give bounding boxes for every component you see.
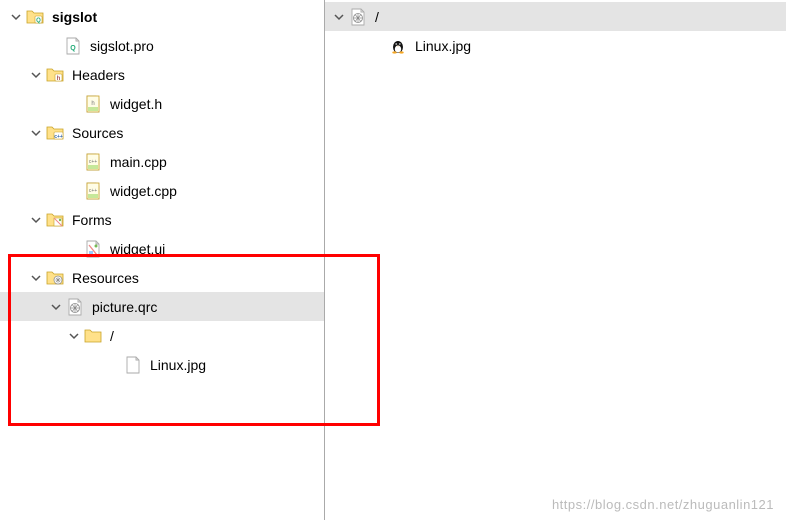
svg-text:c++: c++ [54, 134, 63, 140]
svg-text:h: h [57, 76, 61, 82]
left_tree-label: sigslot.pro [90, 38, 154, 54]
svg-text:h: h [91, 101, 94, 107]
folder-yel-icon [84, 327, 102, 345]
chevron-down-icon[interactable] [66, 328, 82, 344]
left_tree-row[interactable]: c++ main.cpp [0, 147, 324, 176]
right_tree-row[interactable]: / [325, 2, 786, 31]
tux-icon [389, 37, 407, 55]
left_tree-row[interactable]: Forms [0, 205, 324, 234]
svg-text:c++: c++ [89, 159, 97, 165]
chevron-down-icon[interactable] [28, 125, 44, 141]
right_tree-row[interactable]: Linux.jpg [325, 31, 786, 60]
left_tree-label: main.cpp [110, 154, 167, 170]
chevron-down-icon[interactable] [28, 67, 44, 83]
left_tree-label: Sources [72, 125, 123, 141]
svg-text:c++: c++ [89, 188, 97, 194]
left_tree-row[interactable]: Linux.jpg [0, 350, 324, 379]
right_tree-label: Linux.jpg [415, 38, 471, 54]
left_tree-row[interactable]: picture.qrc [0, 292, 324, 321]
svg-text:Q: Q [70, 45, 76, 52]
left_tree-label: Forms [72, 212, 112, 228]
resource-tree[interactable]: / Linux.jpg [325, 0, 786, 520]
folder-h-icon: h [46, 66, 64, 84]
svg-text:Q: Q [36, 18, 41, 24]
project-tree[interactable]: QsigslotQsigslot.prohHeadershwidget.hc++… [0, 0, 325, 520]
left_tree-label: widget.cpp [110, 183, 177, 199]
file-qrc-icon [66, 298, 84, 316]
right_tree-label: / [375, 9, 379, 25]
left_tree-label: picture.qrc [92, 299, 157, 315]
left_tree-row[interactable]: Qsigslot [0, 2, 324, 31]
left_tree-row[interactable]: widget.ui [0, 234, 324, 263]
left_tree-label: Headers [72, 67, 125, 83]
left_tree-row[interactable]: Qsigslot.pro [0, 31, 324, 60]
left_tree-label: widget.ui [110, 241, 165, 257]
chevron-down-icon[interactable] [8, 9, 24, 25]
folder-ui-icon [46, 211, 64, 229]
chevron-down-icon[interactable] [28, 270, 44, 286]
folder-cpp-icon: c++ [46, 124, 64, 142]
left_tree-row[interactable]: h widget.h [0, 89, 324, 118]
file-cpp-icon: c++ [84, 182, 102, 200]
file-qrc-icon [349, 8, 367, 26]
chevron-down-icon[interactable] [48, 299, 64, 315]
file-plain-icon [124, 356, 142, 374]
left_tree-row[interactable]: c++ Sources [0, 118, 324, 147]
left_tree-row[interactable]: h Headers [0, 60, 324, 89]
left_tree-label: Linux.jpg [150, 357, 206, 373]
file-cpp-icon: c++ [84, 153, 102, 171]
file-ui-icon [84, 240, 102, 258]
file-q-icon: Q [64, 37, 82, 55]
left_tree-label: sigslot [52, 9, 97, 25]
file-h-icon: h [84, 95, 102, 113]
left_tree-row[interactable]: c++ widget.cpp [0, 176, 324, 205]
left_tree-label: / [110, 328, 114, 344]
watermark: https://blog.csdn.net/zhuguanlin121 [552, 497, 774, 512]
folder-qrc-icon [46, 269, 64, 287]
left_tree-row[interactable]: / [0, 321, 324, 350]
chevron-down-icon[interactable] [28, 212, 44, 228]
left_tree-row[interactable]: Resources [0, 263, 324, 292]
left_tree-label: Resources [72, 270, 139, 286]
chevron-down-icon[interactable] [331, 9, 347, 25]
left_tree-label: widget.h [110, 96, 162, 112]
folder-q-icon: Q [26, 8, 44, 26]
